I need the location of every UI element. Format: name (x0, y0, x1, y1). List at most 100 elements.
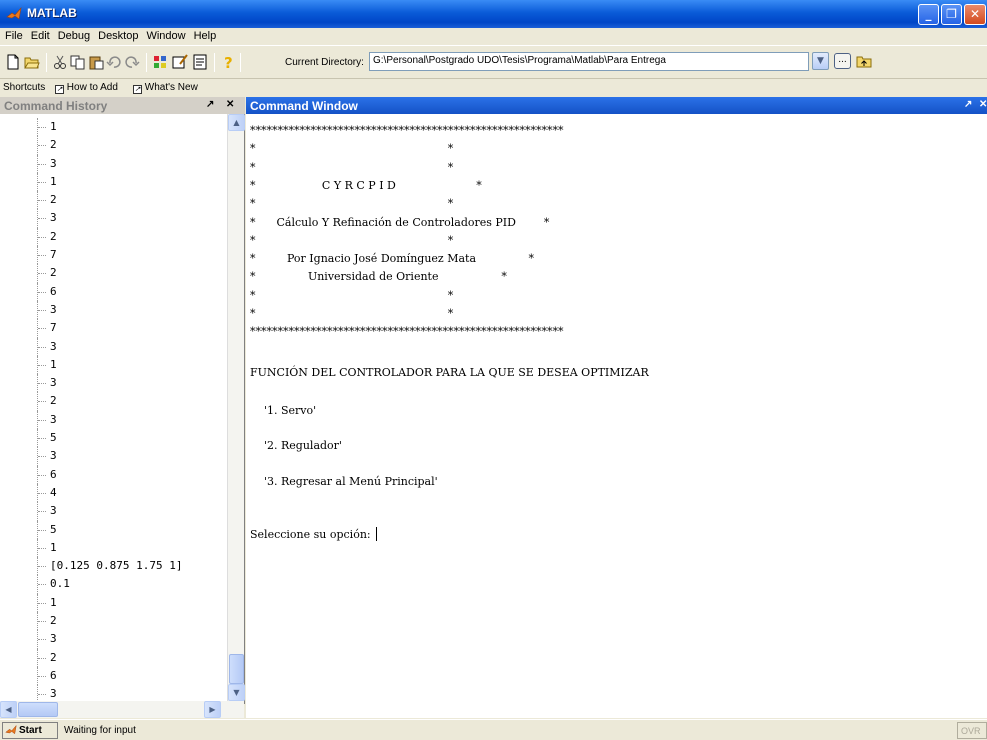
undock-icon[interactable]: ↗ (206, 99, 214, 110)
history-item[interactable]: 3 (0, 502, 182, 521)
toolbar-separator (46, 53, 47, 72)
history-item[interactable]: 0.1 (0, 575, 182, 595)
window-title: MATLAB (27, 6, 77, 20)
history-item[interactable]: 2 (0, 648, 182, 668)
output-line: * * (250, 307, 454, 320)
scroll-right-button[interactable]: ▶ (204, 701, 221, 718)
menu-bar: File Edit Debug Desktop Window Help (0, 28, 987, 45)
scroll-thumb[interactable] (229, 654, 244, 684)
history-item[interactable]: 3 (0, 374, 182, 393)
guide-icon[interactable] (172, 54, 188, 70)
redo-icon[interactable] (124, 54, 140, 70)
shortcuts-label: Shortcuts (3, 82, 46, 93)
history-item[interactable]: 7 (0, 319, 182, 338)
output-line: * C Y R C P I D * (250, 178, 482, 192)
output-line: * Por Ignacio José Domínguez Mata * (250, 252, 534, 266)
scroll-left-button[interactable]: ◀ (0, 701, 17, 718)
toolbar-separator (240, 53, 241, 72)
output-line: '1. Servo' (250, 404, 317, 417)
history-item[interactable]: 2 (0, 191, 182, 210)
undo-icon[interactable] (106, 54, 122, 70)
simulink-icon[interactable] (152, 54, 168, 70)
copy-icon[interactable] (70, 54, 86, 70)
how-to-add-link[interactable]: ↗ How to Add (55, 82, 118, 94)
history-item[interactable]: 2 (0, 264, 182, 283)
history-item[interactable]: 2 (0, 227, 182, 247)
output-line: * * (250, 197, 454, 211)
up-folder-icon[interactable] (856, 53, 872, 69)
history-item[interactable]: 2 (0, 612, 182, 631)
history-item[interactable]: 1 (0, 355, 182, 375)
paste-icon[interactable] (88, 54, 104, 70)
history-item[interactable]: 6 (0, 282, 182, 302)
menu-window[interactable]: Window (142, 28, 189, 44)
history-item[interactable]: 3 (0, 300, 182, 320)
command-history-title: Command History (4, 99, 108, 113)
status-bar: Start Waiting for input OVR (0, 719, 987, 740)
close-button[interactable]: ✕ (964, 4, 986, 25)
menu-debug[interactable]: Debug (54, 28, 94, 44)
shortcut-icon: ↗ (133, 85, 142, 94)
history-item[interactable]: 1 (0, 172, 182, 192)
history-item[interactable]: 4 (0, 483, 182, 503)
menu-edit[interactable]: Edit (27, 28, 54, 44)
menu-desktop[interactable]: Desktop (94, 28, 142, 44)
history-item[interactable]: 3 (0, 630, 182, 649)
command-history-header[interactable]: Command History ↗ ✕ (0, 97, 245, 114)
start-button[interactable]: Start (2, 722, 58, 739)
command-history-list: 1 2 3 1 2 3 2 7 2 6 3 7 3 1 3 2 3 5 3 6 4 3 5 1 [0.125 0.875 1.7… (0, 114, 245, 704)
open-folder-icon[interactable] (24, 54, 40, 70)
output-line: * Universidad de Oriente * (250, 270, 507, 284)
input-prompt: Seleccione su opción: (250, 527, 378, 541)
history-item[interactable]: 3 (0, 154, 182, 174)
matlab-logo-icon (5, 724, 17, 735)
current-directory-field[interactable]: G:\Personal\Postgrado UDO\Tesis\Programa… (369, 52, 809, 71)
close-panel-icon[interactable]: ✕ (226, 99, 234, 110)
scroll-thumb[interactable] (18, 702, 58, 717)
output-line: * * (250, 233, 454, 247)
shortcut-icon: ↗ (55, 85, 64, 94)
history-item[interactable]: 1 (0, 593, 182, 613)
command-window-header[interactable]: Command Window ↗ ✕ (246, 97, 987, 114)
title-bar: MATLAB _ ❐ ✕ (0, 0, 987, 28)
new-file-icon[interactable] (5, 54, 21, 70)
profiler-icon[interactable] (192, 54, 208, 70)
history-item[interactable]: 3 (0, 337, 182, 357)
history-item[interactable]: 3 (0, 410, 182, 430)
history-item[interactable]: [0.125 0.875 1.75 1] (0, 557, 182, 576)
history-item[interactable]: 3 (0, 447, 182, 466)
history-item[interactable]: 1 (0, 538, 182, 558)
history-item[interactable]: 6 (0, 666, 182, 686)
minimize-button[interactable]: _ (918, 4, 939, 25)
menu-file[interactable]: File (0, 28, 27, 44)
history-horizontal-scrollbar[interactable]: ◀ ▶ (0, 701, 244, 718)
start-label: Start (19, 725, 42, 736)
history-item[interactable]: 2 (0, 392, 182, 412)
output-line: '3. Regresar al Menú Principal' (250, 475, 438, 488)
undock-icon[interactable]: ↗ (964, 99, 972, 110)
output-line: ****************************************… (250, 124, 564, 137)
help-icon[interactable]: ? (220, 54, 236, 70)
history-item[interactable]: 2 (0, 136, 182, 155)
browse-folder-button[interactable]: ... (834, 53, 851, 69)
history-item[interactable]: 5 (0, 520, 182, 540)
history-item[interactable]: 7 (0, 246, 182, 265)
history-item[interactable]: 5 (0, 429, 182, 448)
directory-dropdown-button[interactable]: ▼ (812, 52, 829, 70)
history-item[interactable]: 3 (0, 209, 182, 229)
history-item[interactable]: 1 (0, 118, 182, 137)
history-vertical-scrollbar[interactable]: ▲ ▼ (227, 114, 245, 701)
menu-help[interactable]: Help (190, 28, 221, 44)
scroll-up-button[interactable]: ▲ (228, 114, 245, 131)
command-window[interactable]: ****************************************… (246, 114, 987, 718)
scroll-down-button[interactable]: ▼ (228, 684, 245, 701)
close-panel-icon[interactable]: ✕ (979, 99, 987, 110)
cut-icon[interactable] (52, 54, 68, 70)
output-line: ****************************************… (250, 325, 564, 339)
toolbar-separator (146, 53, 147, 72)
output-line: '2. Regulador' (250, 439, 342, 452)
history-item[interactable]: 6 (0, 465, 182, 485)
output-line: * * (250, 160, 454, 174)
whats-new-link[interactable]: ↗ What's New (133, 82, 198, 94)
maximize-button[interactable]: ❐ (941, 4, 962, 25)
